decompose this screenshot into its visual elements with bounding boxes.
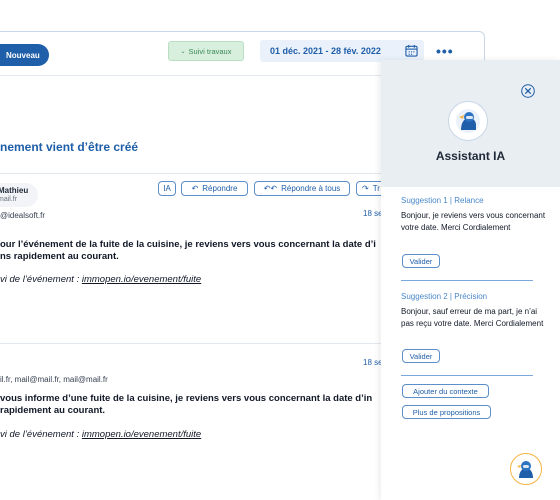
forward-icon: ↷ <box>362 184 369 193</box>
assistant-title: Assistant IA <box>435 149 506 163</box>
status-dropdown[interactable]: ⌄ Suivi travaux <box>168 41 244 61</box>
new-button[interactable]: Nouveau <box>0 44 49 66</box>
more-suggestions-button[interactable]: Plus de propositions <box>402 405 491 419</box>
assistant-robot-icon <box>517 461 533 478</box>
reply-icon: ↶ <box>191 184 199 193</box>
validate-button[interactable]: Valider <box>402 254 440 268</box>
event-link[interactable]: immopen.io/evenement/fuite <box>82 274 201 285</box>
assistant-fab[interactable] <box>510 453 542 485</box>
status-label: Suivi travaux <box>188 46 232 56</box>
assistant-panel: Assistant IA Suggestion 1 | Relance Bonj… <box>381 60 560 500</box>
close-icon[interactable] <box>521 84 535 98</box>
email-from: @idealsoft.fr <box>0 211 46 220</box>
more-suggestions-label: Plus de propositions <box>412 407 481 417</box>
date-range-picker[interactable]: 01 déc. 2021 - 28 fév. 2022 <box>260 40 424 62</box>
email-body-line: ns rapidement au courant. <box>0 251 119 262</box>
email-date: 18 se <box>363 358 383 367</box>
email-follow-label: vi de l’événement : <box>0 274 82 285</box>
date-range-text: 01 déc. 2021 - 28 fév. 2022 <box>270 46 381 56</box>
suggestion-divider <box>401 375 533 376</box>
email-from: il.fr, mail@mail.fr, mail@mail.fr <box>0 375 108 384</box>
suggestion-divider <box>401 280 533 281</box>
add-context-button[interactable]: Ajouter du contexte <box>402 384 489 398</box>
assistant-robot-icon <box>456 109 480 133</box>
reply-all-label: Répondre à tous <box>281 184 341 193</box>
email-body-line: vous informe d’une fuite de la cuisine, … <box>0 393 373 404</box>
reply-all-button[interactable]: ↶↶ Répondre à tous <box>254 181 350 196</box>
reply-all-icon: ↶↶ <box>263 184 278 193</box>
more-options-button[interactable]: ••• <box>436 43 454 59</box>
validate-label: Valider <box>409 256 433 266</box>
validate-label: Valider <box>409 351 433 361</box>
forward-label: Tr <box>372 184 380 193</box>
event-link[interactable]: immopen.io/evenement/fuite <box>82 429 201 440</box>
reply-label: Répondre <box>202 184 238 193</box>
suggestion-label: Suggestion 1 | Relance <box>401 196 484 205</box>
calendar-icon <box>405 44 418 57</box>
email-body-line: our l’événement de la fuite de la cuisin… <box>0 239 376 250</box>
page-title: nement vient d’être créé <box>0 140 139 154</box>
ia-label: IA <box>163 184 171 193</box>
new-button-label: Nouveau <box>6 50 40 60</box>
email-follow-line: vi de l’événement : immopen.io/evenement… <box>0 274 201 285</box>
suggestion-label: Suggestion 2 | Précision <box>401 292 488 301</box>
validate-button[interactable]: Valider <box>402 349 440 363</box>
email-follow-label: vi de l’événement : <box>0 429 82 440</box>
email-body-line: rapidement au courant. <box>0 405 106 416</box>
email-date: 18 se <box>363 209 383 218</box>
ia-button[interactable]: IA <box>158 181 176 196</box>
sender-email: mail.fr <box>0 196 18 203</box>
sender-name: Mathieu <box>0 186 29 195</box>
sender-chip[interactable]: Mathieu mail.fr <box>0 183 38 207</box>
suggestion-text: Bonjour, sauf erreur de ma part, je n’ai… <box>401 307 544 328</box>
chevron-down-icon: ⌄ <box>180 48 186 55</box>
reply-button[interactable]: ↶ Répondre <box>181 181 248 196</box>
suggestion-text: Bonjour, je reviens vers vous concernant… <box>401 211 546 232</box>
assistant-header: Assistant IA <box>381 60 560 187</box>
more-icon: ••• <box>436 43 454 59</box>
add-context-label: Ajouter du contexte <box>413 386 478 396</box>
email-follow-line: vi de l’événement : immopen.io/evenement… <box>0 429 201 440</box>
assistant-avatar <box>448 101 488 141</box>
